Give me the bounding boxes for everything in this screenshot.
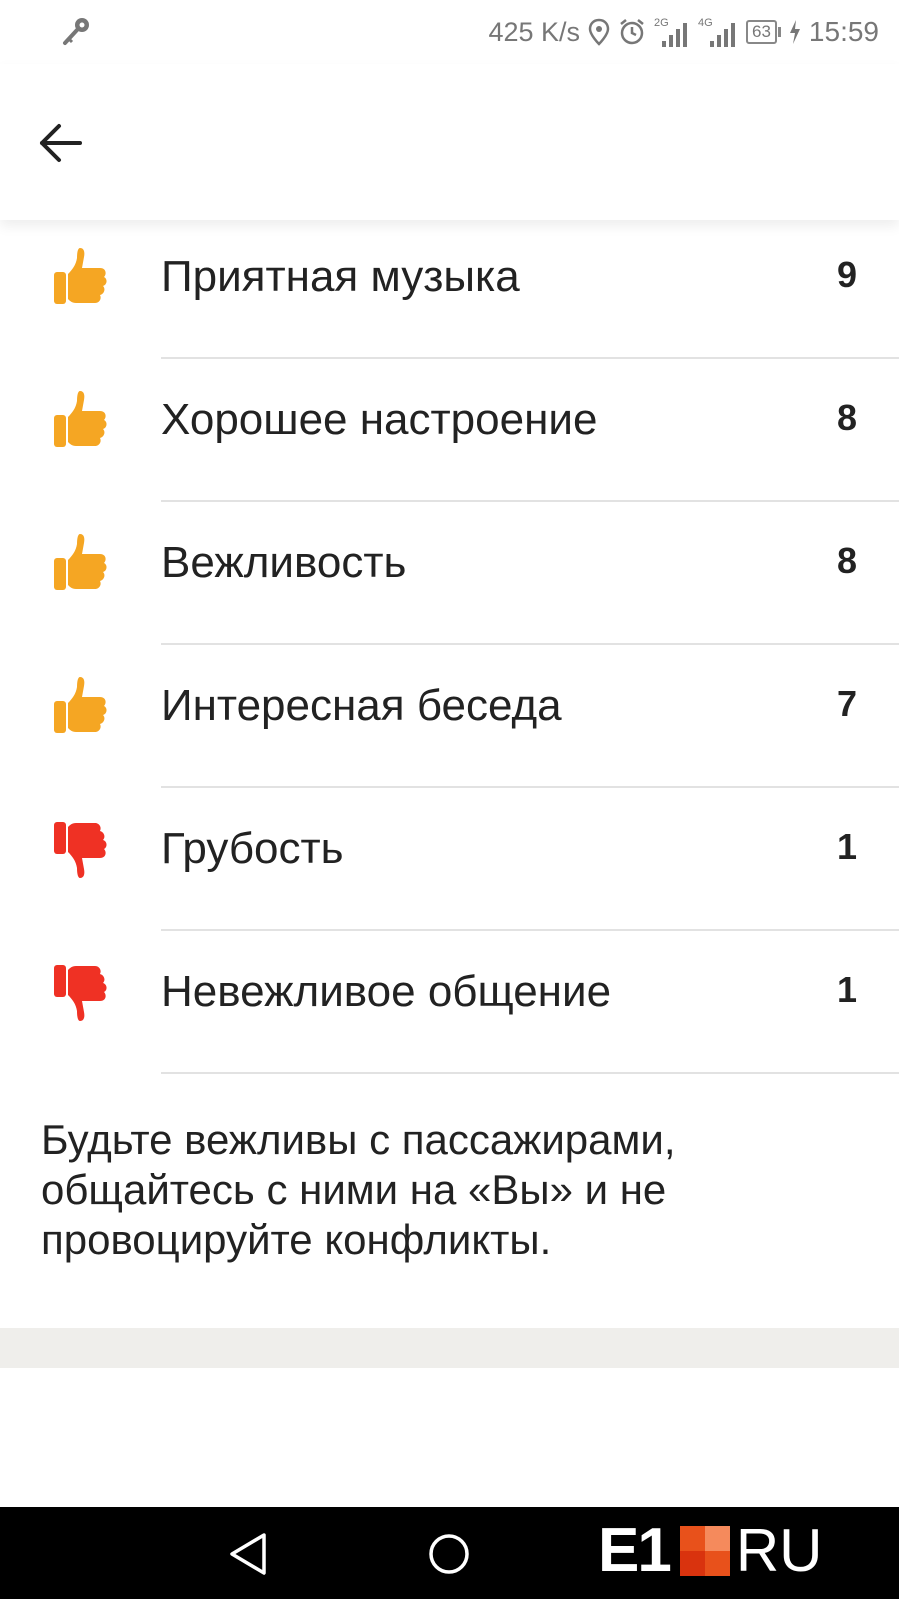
location-icon xyxy=(588,18,610,46)
screen: 425 K/s 2G 4G 63 15:59 Приятная музыка 9… xyxy=(0,0,899,1599)
signal-4g-icon: 4G xyxy=(698,17,738,47)
watermark-square-icon xyxy=(679,1526,730,1576)
back-button[interactable] xyxy=(36,118,86,168)
list-item[interactable]: Вежливость 8 xyxy=(0,502,899,645)
list-item[interactable]: Приятная музыка 9 xyxy=(0,216,899,359)
item-label: Интересная беседа xyxy=(161,681,562,730)
hint-text: Будьте вежливы с пассажирами, общайтесь … xyxy=(41,1116,676,1263)
signal-2g-icon: 2G xyxy=(654,17,690,47)
status-bar: 425 K/s 2G 4G 63 15:59 xyxy=(0,0,899,64)
item-count: 1 xyxy=(836,969,857,1010)
thumb-down-icon xyxy=(54,965,107,1021)
clock: 15:59 xyxy=(808,16,879,47)
item-count: 8 xyxy=(836,540,857,581)
item-count: 7 xyxy=(836,683,857,724)
navigation-bar: E1 RU xyxy=(0,1507,899,1599)
thumb-up-icon xyxy=(54,248,107,304)
alarm-icon xyxy=(620,19,644,45)
charging-icon xyxy=(789,20,800,44)
watermark-ru: RU xyxy=(735,1517,823,1584)
network-speed: 425 K/s xyxy=(488,16,580,47)
item-label: Вежливость xyxy=(161,538,407,587)
thumb-up-icon xyxy=(54,534,107,590)
arrow-left-icon xyxy=(40,124,82,162)
thumb-up-icon xyxy=(54,391,107,447)
status-icons: 425 K/s 2G 4G 63 15:59 xyxy=(488,12,879,52)
list-item[interactable]: Интересная беседа 7 xyxy=(0,645,899,788)
list-item[interactable]: Невежливое общение 1 xyxy=(0,931,899,1074)
list-item[interactable]: Грубость 1 xyxy=(0,788,899,931)
toolbar xyxy=(0,64,899,220)
divider xyxy=(161,1072,899,1074)
item-label: Грубость xyxy=(161,824,344,873)
e1-watermark: E1 RU xyxy=(598,1516,823,1585)
thumb-down-icon xyxy=(54,822,107,878)
section-separator xyxy=(0,1328,899,1368)
item-label: Невежливое общение xyxy=(161,967,612,1016)
nav-home-icon[interactable] xyxy=(427,1532,471,1576)
item-count: 9 xyxy=(836,254,857,295)
item-label: Приятная музыка xyxy=(161,252,520,301)
battery-indicator: 63 xyxy=(746,20,781,44)
thumb-up-icon xyxy=(54,677,107,733)
feedback-list: Приятная музыка 9 Хорошее настроение 8 В… xyxy=(0,216,899,1074)
item-count: 1 xyxy=(836,826,857,867)
battery-level: 63 xyxy=(746,20,777,44)
item-label: Хорошее настроение xyxy=(161,395,598,444)
item-count: 8 xyxy=(836,397,857,438)
watermark-e1: E1 xyxy=(598,1516,672,1585)
key-icon xyxy=(63,18,89,45)
list-item[interactable]: Хорошее настроение 8 xyxy=(0,359,899,502)
nav-back-icon[interactable] xyxy=(226,1531,270,1577)
